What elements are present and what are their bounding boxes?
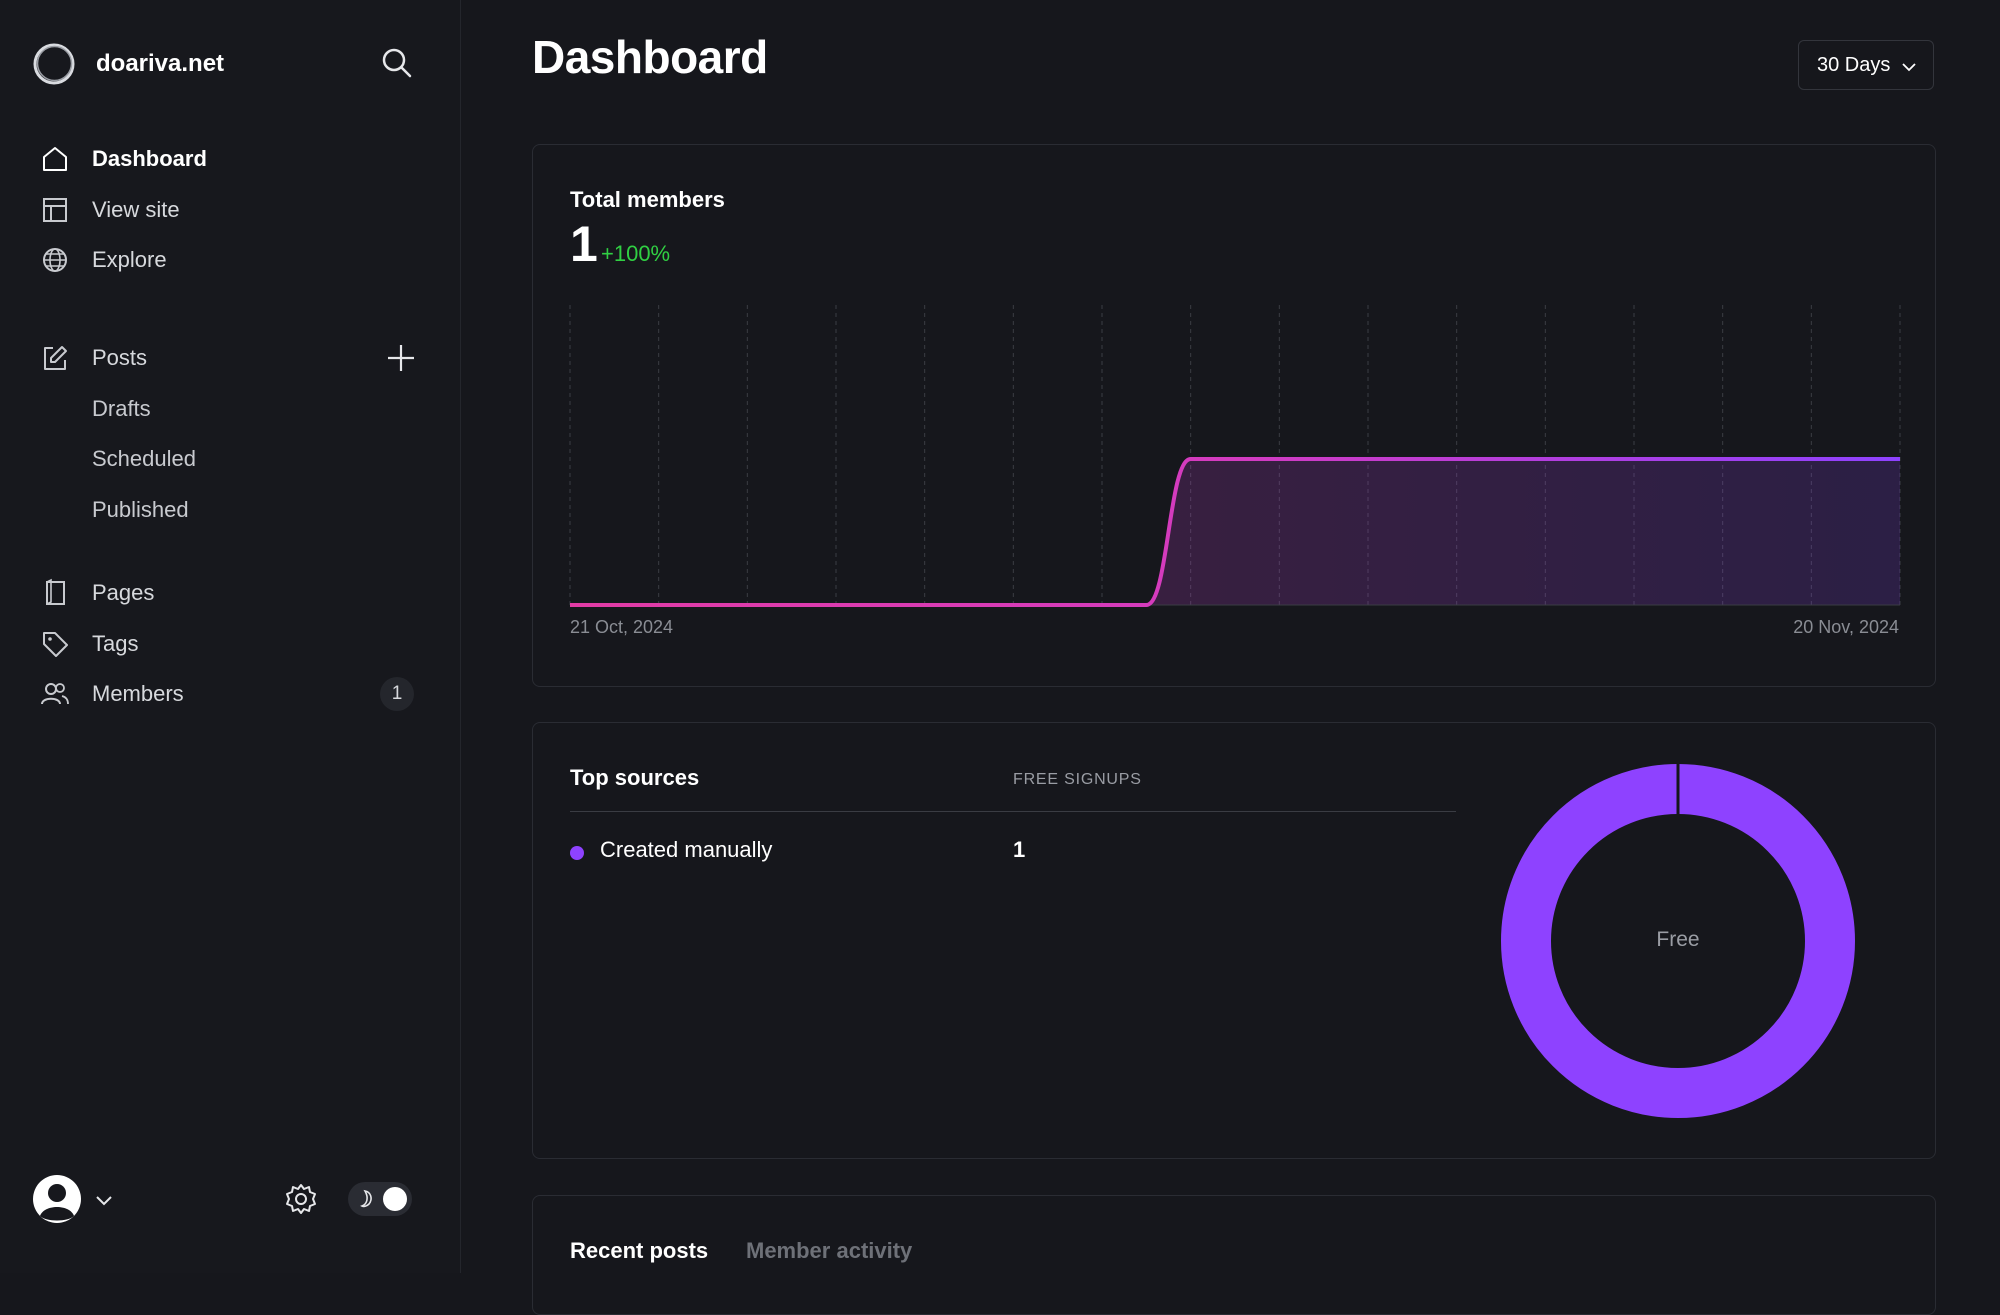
members-chart[interactable]	[569, 305, 1901, 607]
page-icon	[46, 578, 65, 605]
search-icon[interactable]	[380, 46, 414, 80]
nav-explore-label: Explore	[92, 247, 167, 272]
members-area	[570, 459, 1900, 605]
nav-scheduled-label: Scheduled	[92, 446, 196, 471]
home-icon	[43, 147, 67, 171]
nav-tags-label: Tags	[92, 631, 139, 656]
nav-published[interactable]: Published	[0, 486, 460, 534]
nav-drafts[interactable]: Drafts	[0, 385, 460, 433]
x-axis-start-label: 21 Oct, 2024	[570, 617, 674, 637]
site-logo-icon	[33, 43, 75, 85]
add-post-icon[interactable]	[384, 341, 418, 375]
nav-dashboard-label: Dashboard	[92, 146, 207, 171]
total-members-value: 1	[570, 216, 598, 272]
sidebar-footer	[0, 1170, 460, 1230]
source-name: Created manually	[600, 837, 773, 862]
nav-scheduled[interactable]: Scheduled	[0, 435, 460, 483]
total-members-card: Total members 1 +100% 21 Oct, 2024 20 No…	[532, 144, 1936, 687]
source-color-dot	[570, 846, 584, 860]
nav-posts[interactable]: Posts	[0, 334, 460, 382]
source-value: 1	[1013, 837, 1026, 862]
members-count-badge: 1	[380, 677, 414, 711]
table-row: Created manually 1	[570, 837, 1456, 867]
sidebar: doariva.net Dashboard View site Explore	[0, 0, 461, 1273]
layout-icon	[43, 198, 67, 222]
theme-toggle[interactable]	[348, 1182, 412, 1216]
date-range-select[interactable]: 30 Days	[1798, 40, 1934, 90]
moon-icon	[360, 1189, 372, 1208]
nav-view-site-label: View site	[92, 197, 180, 222]
nav-drafts-label: Drafts	[92, 396, 151, 421]
globe-icon	[43, 248, 67, 272]
page-title: Dashboard	[532, 31, 768, 83]
members-icon	[41, 683, 69, 705]
free-signups-header: FREE SIGNUPS	[1013, 771, 1142, 788]
date-range-value: 30 Days	[1817, 53, 1891, 76]
nav-pages-label: Pages	[92, 580, 155, 605]
nav-members-label: Members	[92, 681, 184, 706]
site-name: doariva.net	[96, 50, 225, 77]
tab-member-activity[interactable]: Member activity	[746, 1238, 912, 1264]
recent-activity-card: Recent posts Member activity	[532, 1195, 1936, 1315]
total-members-title: Total members	[570, 187, 725, 212]
gear-icon[interactable]	[284, 1182, 318, 1216]
nav-members[interactable]: Members 1	[0, 670, 460, 718]
nav-dashboard[interactable]: Dashboard	[0, 135, 460, 183]
chevron-down-icon[interactable]	[94, 1190, 114, 1210]
avatar-icon[interactable]	[32, 1174, 82, 1224]
table-divider	[570, 811, 1456, 812]
chevron-down-icon	[1902, 63, 1916, 72]
tag-icon	[43, 632, 68, 657]
top-sources-title: Top sources	[570, 765, 700, 790]
edit-icon	[44, 346, 67, 370]
total-members-delta: +100%	[601, 241, 671, 266]
nav-published-label: Published	[92, 497, 189, 522]
nav-pages[interactable]: Pages	[0, 569, 460, 617]
nav-tags[interactable]: Tags	[0, 620, 460, 668]
site-brand[interactable]: doariva.net	[32, 38, 224, 90]
x-axis-end-label: 20 Nov, 2024	[1793, 617, 1899, 637]
donut-center-label: Free	[1656, 928, 1700, 951]
nav-explore[interactable]: Explore	[0, 236, 460, 284]
nav-posts-label: Posts	[92, 345, 148, 370]
toggle-knob	[383, 1187, 407, 1211]
nav-view-site[interactable]: View site	[0, 186, 460, 234]
tab-recent-posts[interactable]: Recent posts	[570, 1238, 708, 1264]
top-sources-card: Top sources FREE SIGNUPS Created manuall…	[532, 722, 1936, 1159]
